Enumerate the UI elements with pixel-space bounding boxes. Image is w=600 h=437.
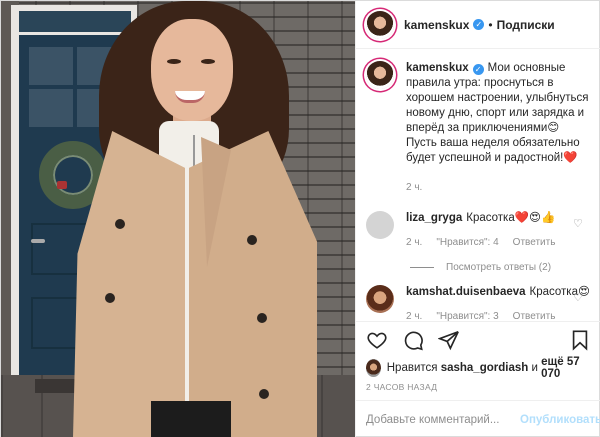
post-side-panel: kamenskux ✓ • Подписки kamenskux ✓ Мои осн… <box>355 1 600 437</box>
face <box>151 19 233 121</box>
comment-likes[interactable]: "Нравится": 4 <box>436 235 498 250</box>
commenter-avatar[interactable] <box>366 211 394 239</box>
legs <box>151 401 231 437</box>
publish-button[interactable]: Опубликовать <box>520 414 600 426</box>
caption-meta: 2 ч. <box>406 180 591 195</box>
caption-username[interactable]: kamenskux <box>406 62 469 74</box>
comment-username[interactable]: liza_gryga <box>406 212 462 224</box>
caption-body: kamenskux ✓ Мои основные правила утра: про… <box>406 61 591 195</box>
caption: kamenskux ✓ Мои основные правила утра: про… <box>366 61 591 195</box>
post-header: kamenskux ✓ • Подписки <box>356 1 600 49</box>
reply-button[interactable]: Ответить <box>513 235 556 250</box>
comment-item: kamshat.duisenbaeva Красотка😍 2 ч. "Нрави… <box>366 285 591 321</box>
like-heart-icon[interactable] <box>366 329 388 351</box>
coat-button <box>259 389 269 399</box>
comment-input[interactable] <box>366 413 520 426</box>
bookmark-icon[interactable] <box>569 329 591 351</box>
post-timestamp[interactable]: 2 ЧАСОВ НАЗАД <box>356 379 600 400</box>
comment-meta: 2 ч. "Нравится": 4 Ответить <box>406 235 591 250</box>
comments-list[interactable]: kamenskux ✓ Мои основные правила утра: про… <box>356 49 600 321</box>
eye <box>167 59 181 64</box>
action-bar <box>356 321 600 357</box>
author-avatar[interactable] <box>366 10 394 39</box>
liker-username[interactable]: sasha_gordiash <box>441 362 529 374</box>
likes-and: и <box>531 362 538 374</box>
verified-badge-icon: ✓ <box>472 64 484 75</box>
comment-username[interactable]: kamshat.duisenbaeva <box>406 286 526 298</box>
comment-likes[interactable]: "Нравится": 3 <box>436 309 498 321</box>
likes-summary: Нравится sasha_gordiash и ещё 57 070 <box>356 356 600 380</box>
coat-button <box>115 219 125 229</box>
comment-like-heart-icon[interactable]: ♡ <box>573 219 583 230</box>
likes-prefix: Нравится <box>386 362 438 374</box>
door-transom <box>19 11 131 35</box>
caption-time[interactable]: 2 ч. <box>406 180 422 195</box>
comment-like-heart-icon[interactable]: ♡ <box>573 293 583 304</box>
add-comment-bar: Опубликовать <box>356 400 600 437</box>
following-button[interactable]: Подписки <box>497 18 555 32</box>
comment-time[interactable]: 2 ч. <box>406 235 422 250</box>
caption-text: Мои основные правила утра: проснуться в … <box>406 62 589 164</box>
coat-button <box>247 235 257 245</box>
caption-avatar[interactable] <box>366 61 394 89</box>
comment-item: liza_gryga Красотка❤️😍👍 2 ч. "Нравится": … <box>366 211 591 250</box>
instagram-post: kamenskux ✓ • Подписки kamenskux ✓ Мои осн… <box>0 0 600 437</box>
verified-badge-icon: ✓ <box>473 19 485 30</box>
comment-body: liza_gryga Красотка❤️😍👍 2 ч. "Нравится": … <box>406 211 591 250</box>
comment-meta: 2 ч. "Нравится": 3 Ответить <box>406 309 591 321</box>
liker-avatar[interactable] <box>366 359 381 377</box>
reply-button[interactable]: Ответить <box>513 309 556 321</box>
comment-text: Красотка❤️😍👍 <box>466 212 556 224</box>
author-username[interactable]: kamenskux <box>404 18 469 32</box>
coat-button <box>257 313 267 323</box>
share-icon[interactable] <box>438 329 460 351</box>
likes-count[interactable]: ещё 57 070 <box>541 356 591 380</box>
coat-button <box>105 293 115 303</box>
commenter-avatar[interactable] <box>366 285 394 313</box>
comment-icon[interactable] <box>402 329 424 351</box>
comment-time[interactable]: 2 ч. <box>406 309 422 321</box>
comment-body: kamshat.duisenbaeva Красотка😍 2 ч. "Нрави… <box>406 285 591 321</box>
eye <box>201 59 215 64</box>
post-photo[interactable] <box>1 1 355 437</box>
door-handle <box>31 239 45 243</box>
header-separator: • <box>488 17 493 32</box>
view-replies-button[interactable]: Посмотреть ответы (2) <box>410 262 591 273</box>
